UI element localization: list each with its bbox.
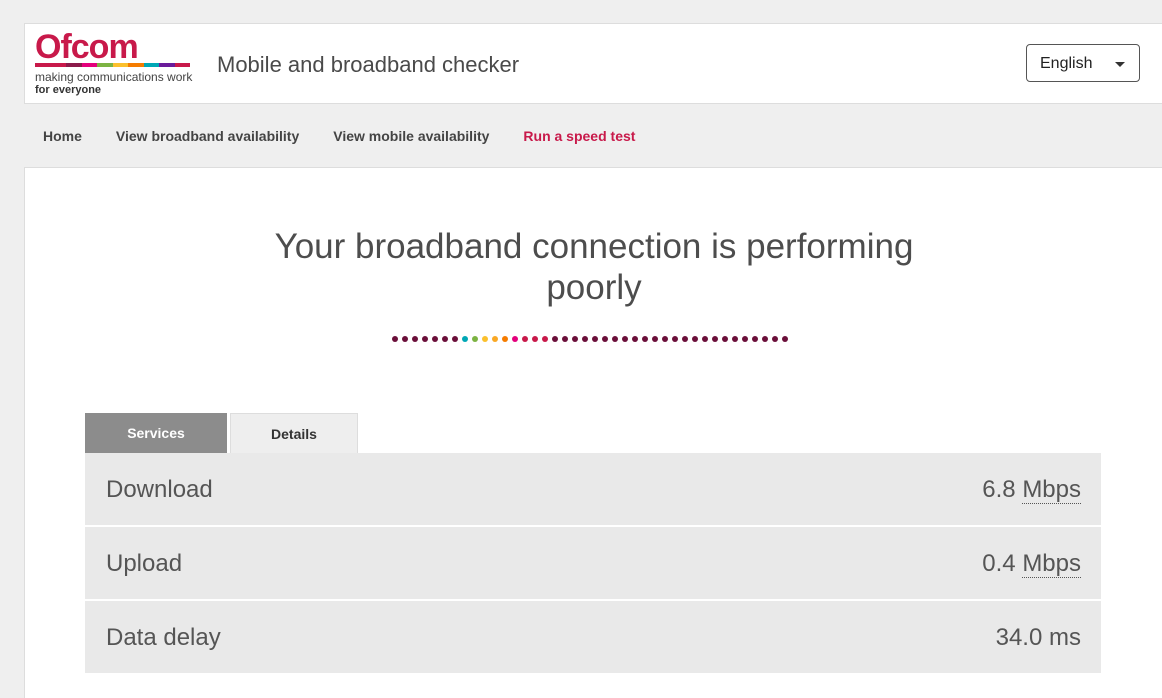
value-number: 6.8 (982, 476, 1016, 503)
result-row-upload: Upload 0.4 Mbps (85, 527, 1101, 601)
site-header: Ofcom making communications work for eve… (24, 23, 1162, 104)
divider-dot (722, 336, 728, 342)
divider-dot (452, 336, 458, 342)
logo-tagline-sub: for everyone (35, 84, 102, 96)
value-number: 34.0 (995, 624, 1043, 651)
divider-dot (602, 336, 608, 342)
divider-dot (662, 336, 668, 342)
divider-dot (672, 336, 678, 342)
logo-bar-segment (81, 63, 97, 67)
divider-dot (702, 336, 708, 342)
divider-dot (402, 336, 408, 342)
logo-bar-segment (35, 63, 51, 67)
divider-dot (632, 336, 638, 342)
divider-dot (462, 336, 468, 342)
divider-dot (542, 336, 548, 342)
divider-dot (412, 336, 418, 342)
language-select[interactable]: English (1026, 44, 1140, 82)
result-label: Data delay (106, 624, 221, 651)
results-table: Download 6.8 Mbps Upload 0.4 Mbps Data d… (85, 453, 1101, 675)
result-headline: Your broadband connection is performing … (25, 226, 1162, 308)
divider-dot (552, 336, 558, 342)
result-value: 6.8 Mbps (982, 476, 1081, 504)
logo-bar-segment (97, 63, 113, 67)
divider-dot (742, 336, 748, 342)
result-value: 0.4 Mbps (982, 550, 1081, 578)
divider-dot (482, 336, 488, 342)
divider-dot (732, 336, 738, 342)
nav-item-broadband-availability[interactable]: View broadband availability (116, 128, 299, 144)
divider-dot (712, 336, 718, 342)
value-number: 0.4 (982, 550, 1016, 577)
logo-bar-segment (174, 63, 190, 67)
logo-bar-segment (112, 63, 128, 67)
chevron-down-icon (1115, 62, 1125, 67)
divider-dot (492, 336, 498, 342)
app-title: Mobile and broadband checker (217, 52, 520, 77)
logo-bar-segment (128, 63, 144, 67)
divider-dot (502, 336, 508, 342)
divider-dot (772, 336, 778, 342)
tab-details[interactable]: Details (230, 413, 358, 453)
divider-dot (642, 336, 648, 342)
divider-dot (512, 336, 518, 342)
logo-wordmark: Ofcom (35, 28, 139, 66)
result-tabs: Services Details (85, 413, 358, 453)
logo-bar-segment (50, 63, 66, 67)
headline-line-2: poorly (546, 268, 642, 307)
divider-dot (752, 336, 758, 342)
divider-dot (622, 336, 628, 342)
nav-item-mobile-availability[interactable]: View mobile availability (333, 128, 489, 144)
result-label: Upload (106, 550, 183, 577)
unit-abbr[interactable]: Mbps (1022, 550, 1081, 578)
language-selected-value: English (1040, 55, 1093, 72)
nav-item-home[interactable]: Home (43, 128, 82, 144)
main-nav: Home View broadband availability View mo… (43, 128, 669, 144)
nav-item-speed-test[interactable]: Run a speed test (523, 128, 635, 144)
logo-bar-segment (66, 63, 82, 67)
result-label: Download (106, 476, 213, 503)
tab-services[interactable]: Services (85, 413, 227, 453)
logo-color-bar (35, 63, 190, 67)
divider-dot (442, 336, 448, 342)
divider-dot (562, 336, 568, 342)
divider-dot (432, 336, 438, 342)
unit-abbr[interactable]: Mbps (1022, 476, 1081, 504)
divider-dot (572, 336, 578, 342)
divider-dot (422, 336, 428, 342)
result-value: 34.0 ms (996, 624, 1081, 652)
divider-dot (522, 336, 528, 342)
divider-dot (592, 336, 598, 342)
divider-dot (652, 336, 658, 342)
logo-tagline: making communications work (35, 70, 193, 84)
decorative-dot-divider (392, 336, 788, 342)
ofcom-logo[interactable]: Ofcom making communications work for eve… (35, 28, 195, 96)
divider-dot (692, 336, 698, 342)
unit-text: ms (1049, 624, 1081, 651)
logo-bar-segment (143, 63, 159, 67)
headline-line-1: Your broadband connection is performing (274, 227, 914, 266)
divider-dot (532, 336, 538, 342)
divider-dot (762, 336, 768, 342)
divider-dot (612, 336, 618, 342)
main-content: Your broadband connection is performing … (24, 167, 1162, 698)
divider-dot (682, 336, 688, 342)
divider-dot (392, 336, 398, 342)
result-row-download: Download 6.8 Mbps (85, 453, 1101, 527)
logo-bar-segment (159, 63, 175, 67)
divider-dot (782, 336, 788, 342)
divider-dot (582, 336, 588, 342)
divider-dot (472, 336, 478, 342)
result-row-data-delay: Data delay 34.0 ms (85, 601, 1101, 675)
